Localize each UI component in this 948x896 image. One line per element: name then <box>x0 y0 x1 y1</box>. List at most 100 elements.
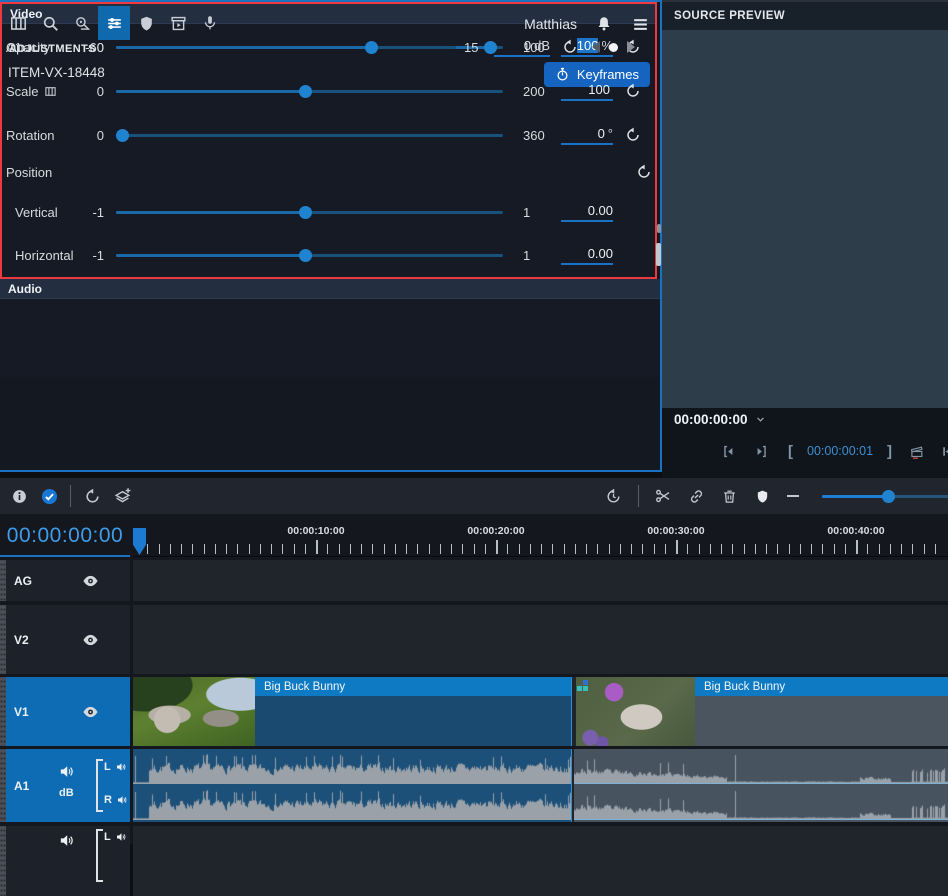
timeline-ruler[interactable]: 00:00:10:0000:00:20:0000:00:30:0000:00:4… <box>133 517 948 557</box>
scrollbar-thumb[interactable] <box>656 243 661 266</box>
scale-link-icon[interactable] <box>44 85 57 98</box>
track-drag-handle[interactable] <box>0 560 6 601</box>
track-v1-header[interactable]: V1 <box>0 677 130 746</box>
vertical-input[interactable]: 0.00 <box>561 203 613 222</box>
video-clip-1[interactable]: Big Buck Bunny <box>133 677 571 746</box>
ruler-tick <box>237 544 238 554</box>
delete-button[interactable] <box>714 481 744 511</box>
bell-icon[interactable] <box>595 15 613 33</box>
rotation-label: Rotation <box>6 128 80 143</box>
audio-section: Audio A1 -60 15 0dB <box>0 279 660 377</box>
zoom-out-button[interactable] <box>778 481 808 511</box>
mute-speaker-icon[interactable] <box>58 832 75 849</box>
reset-rotation-button[interactable] <box>625 126 643 144</box>
add-track-button[interactable] <box>107 481 137 511</box>
undo-button[interactable] <box>77 481 107 511</box>
audio-clip-1[interactable] <box>133 749 571 822</box>
zoom-slider-knob[interactable] <box>882 490 895 503</box>
track-ag-lane[interactable] <box>133 560 948 601</box>
scrollbar-thumb-small[interactable] <box>657 224 661 233</box>
set-in-button[interactable]: [ <box>788 443 793 460</box>
source-timecode-dropdown[interactable]: 00:00:00:00 <box>674 412 767 427</box>
ruler-tick <box>440 544 441 554</box>
ruler-tick <box>530 544 531 554</box>
video-clip-2[interactable]: Big Buck Bunny <box>574 677 948 746</box>
scale-slider-knob[interactable] <box>299 85 312 98</box>
scale-input[interactable]: 100 <box>561 82 613 101</box>
rotation-input[interactable]: 0° <box>561 126 613 145</box>
channel-left: L <box>104 831 127 843</box>
track-drag-handle[interactable] <box>0 605 6 674</box>
track-v2-lane[interactable] <box>133 605 948 674</box>
clip-info-button[interactable] <box>4 481 34 511</box>
vertical-slider-knob[interactable] <box>299 206 312 219</box>
reset-position-button[interactable] <box>636 163 654 181</box>
snapping-toggle[interactable] <box>34 481 64 511</box>
current-timecode[interactable]: 00:00:00:00 <box>7 524 123 548</box>
timeline-zoom-slider[interactable] <box>822 489 948 503</box>
skip-start-button[interactable] <box>939 443 948 460</box>
marker-button[interactable] <box>747 481 777 511</box>
horizontal-slider[interactable] <box>116 248 503 262</box>
a1-gain-input[interactable]: 0dB <box>494 38 550 57</box>
horizontal-slider-knob[interactable] <box>299 249 312 262</box>
track-ag-header[interactable]: AG <box>0 560 130 601</box>
ruler-tick <box>429 544 430 554</box>
snapshot-button[interactable] <box>908 443 925 460</box>
track-drag-handle[interactable] <box>0 677 6 746</box>
eye-icon[interactable] <box>82 631 99 648</box>
track-a1-header[interactable]: A1 dB L R <box>0 749 130 822</box>
ruler-tick <box>519 544 520 554</box>
track-v1-lane[interactable]: Big Buck Bunny Big Buck Bunny <box>133 677 948 746</box>
track-a1: A1 dB L R <box>0 749 948 822</box>
eye-icon[interactable] <box>82 572 99 589</box>
ruler-tick <box>811 544 812 554</box>
menu-icon[interactable] <box>631 15 650 34</box>
goto-out-button[interactable] <box>753 443 770 460</box>
set-out-button[interactable]: ] <box>887 443 892 460</box>
speaker-icon[interactable] <box>116 794 128 806</box>
track-a1-lane[interactable] <box>133 749 948 822</box>
eye-icon[interactable] <box>82 703 99 720</box>
a1-gain-slider[interactable] <box>116 40 456 54</box>
reset-scale-button[interactable] <box>625 82 643 100</box>
speaker-icon[interactable] <box>115 761 127 773</box>
reset-a1-button[interactable] <box>562 38 580 56</box>
next-keyframe-icon[interactable] <box>627 41 635 53</box>
rotation-slider-knob[interactable] <box>116 129 129 142</box>
horizontal-label: Horizontal <box>6 248 80 263</box>
horizontal-input[interactable]: 0.00 <box>561 246 613 265</box>
ruler-tick <box>294 544 295 554</box>
panels-icon <box>9 14 28 33</box>
vertical-slider[interactable] <box>116 205 503 219</box>
cut-button[interactable] <box>648 481 678 511</box>
scale-slider[interactable] <box>116 84 503 98</box>
a1-slider-knob[interactable] <box>365 41 378 54</box>
mute-speaker-icon[interactable] <box>58 763 75 780</box>
ruler-tick <box>485 544 486 554</box>
clip-title: Big Buck Bunny <box>695 677 948 696</box>
goto-in-button[interactable] <box>720 443 737 460</box>
link-button[interactable] <box>681 481 711 511</box>
add-keyframe-icon[interactable] <box>609 43 618 52</box>
prev-keyframe-icon[interactable] <box>592 41 600 53</box>
history-button[interactable] <box>598 481 628 511</box>
playhead[interactable] <box>133 528 146 555</box>
track-v2-header[interactable]: V2 <box>0 605 130 674</box>
track-drag-handle[interactable] <box>0 749 6 822</box>
ruler-tick <box>496 540 498 554</box>
ruler-tick <box>451 544 452 554</box>
horizontal-max: 1 <box>523 248 559 263</box>
ruler-tick <box>822 544 823 554</box>
track-a2-lane[interactable] <box>133 826 948 896</box>
track-drag-handle[interactable] <box>0 826 6 896</box>
audio-clip-2[interactable] <box>574 749 948 822</box>
source-preview-viewport[interactable] <box>662 30 948 408</box>
ruler-label: 00:00:30:00 <box>647 525 704 537</box>
speaker-icon[interactable] <box>115 831 127 843</box>
user-menu[interactable]: Matthias <box>524 16 577 32</box>
rotation-slider[interactable] <box>116 128 503 142</box>
marker-shield-icon <box>755 489 770 504</box>
track-a2-header[interactable]: L <box>0 826 130 896</box>
mark-duration-timecode[interactable]: 00:00:00:01 <box>807 444 873 458</box>
